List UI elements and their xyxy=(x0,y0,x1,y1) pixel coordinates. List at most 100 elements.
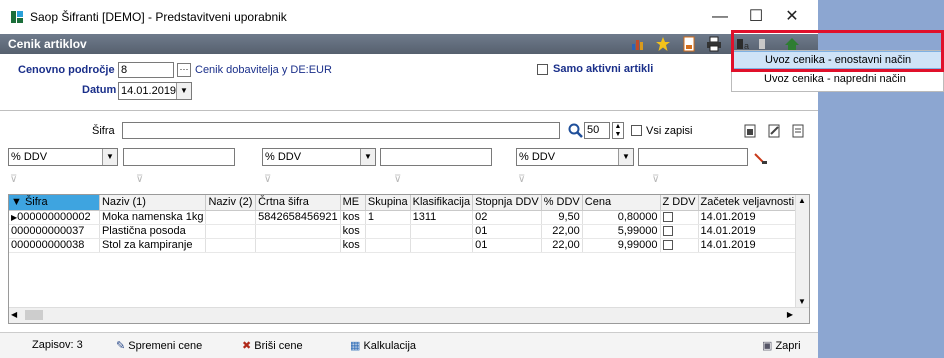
vat-filter-input-2[interactable] xyxy=(380,148,492,166)
all-records-checkbox[interactable] xyxy=(631,125,642,136)
table-cell[interactable] xyxy=(410,224,474,239)
with-vat-checkbox[interactable] xyxy=(662,211,673,222)
table-cell[interactable]: 000000000037 xyxy=(9,224,100,239)
chevron-down-icon[interactable]: ▼ xyxy=(360,149,375,165)
record-count-input[interactable]: 50 xyxy=(584,122,610,139)
table-cell[interactable]: 1311 xyxy=(410,210,474,225)
search-icon[interactable] xyxy=(568,123,584,139)
table-cell[interactable] xyxy=(205,238,257,253)
vat-filter-input-3[interactable] xyxy=(638,148,748,166)
vat-filter-select-2[interactable]: % DDV ▼ xyxy=(262,148,376,166)
column-header-classification[interactable]: Klasifikacija xyxy=(410,195,474,211)
scroll-down-icon[interactable]: ▼ xyxy=(798,297,806,306)
table-row[interactable]: 000000000037 Plastična posoda kos 01 22,00 5,… xyxy=(9,224,809,239)
table-cell[interactable]: 01 xyxy=(472,238,542,253)
vat-filter-select-1[interactable]: % DDV ▼ xyxy=(8,148,118,166)
with-vat-checkbox[interactable] xyxy=(662,225,673,236)
table-cell[interactable]: ▶000000000002 xyxy=(9,210,100,225)
table-cell[interactable] xyxy=(255,224,341,239)
price-area-lookup-button[interactable]: ··· xyxy=(177,63,191,77)
column-header-vat-percent[interactable]: % DDV xyxy=(541,195,583,211)
column-header-naziv-1[interactable]: Naziv (1) xyxy=(99,195,207,211)
table-cell[interactable]: 1 xyxy=(365,210,411,225)
table-cell[interactable] xyxy=(660,210,699,225)
table-cell[interactable] xyxy=(410,238,474,253)
table-cell[interactable] xyxy=(660,224,699,239)
change-prices-button[interactable]: ✎ Spremeni cene xyxy=(116,339,202,352)
chevron-down-icon[interactable]: ▼ xyxy=(618,149,633,165)
scroll-left-icon[interactable]: ◀ xyxy=(11,310,17,319)
chevron-down-icon[interactable]: ▼ xyxy=(102,149,117,165)
table-cell[interactable]: 14.01.2019 xyxy=(698,224,798,239)
edit-list-icon[interactable] xyxy=(790,123,806,139)
table-cell[interactable]: 01 xyxy=(472,224,542,239)
minimize-button[interactable]: — xyxy=(706,6,734,28)
chevron-down-icon[interactable]: ▼ xyxy=(176,83,191,99)
with-vat-checkbox[interactable] xyxy=(662,239,673,250)
table-row[interactable]: 000000000038 Stol za kampiranje kos 01 22,00… xyxy=(9,238,809,253)
table-cell[interactable] xyxy=(205,224,257,239)
column-header-naziv-2[interactable]: Naziv (2) xyxy=(205,195,257,211)
active-only-checkbox[interactable] xyxy=(537,64,548,75)
document-icon[interactable] xyxy=(681,36,697,52)
funnel-icon[interactable]: ⊽ xyxy=(652,174,664,186)
column-header-barcode[interactable]: Črtna šifra xyxy=(255,195,341,211)
funnel-icon[interactable]: ⊽ xyxy=(264,174,276,186)
table-cell[interactable] xyxy=(255,238,341,253)
table-row[interactable]: ▶000000000002 Moka namenska 1kg 5842658456… xyxy=(9,210,809,225)
scroll-up-icon[interactable]: ▲ xyxy=(798,196,806,205)
table-cell[interactable] xyxy=(660,238,699,253)
printer-icon[interactable] xyxy=(706,36,722,52)
table-cell[interactable]: 000000000038 xyxy=(9,238,100,253)
clear-filter-icon[interactable] xyxy=(752,150,768,166)
search-input[interactable] xyxy=(122,122,560,139)
vat-filter-select-3[interactable]: % DDV ▼ xyxy=(516,148,634,166)
column-header-vat-rate[interactable]: Stopnja DDV xyxy=(472,195,542,211)
table-cell[interactable]: 22,00 xyxy=(541,224,583,239)
close-window-button[interactable]: ▣ Zapri xyxy=(762,339,801,352)
column-header-with-vat[interactable]: Z DDV xyxy=(660,195,699,211)
table-cell[interactable]: 22,00 xyxy=(541,238,583,253)
table-cell[interactable] xyxy=(365,238,411,253)
column-header-unit[interactable]: ME xyxy=(340,195,366,211)
count-spinner[interactable]: ▲ ▼ xyxy=(612,122,624,139)
column-header-sifra[interactable]: ▼ Šifra xyxy=(9,195,100,211)
horizontal-scrollbar[interactable]: ◀ ▶ xyxy=(9,307,809,323)
close-button[interactable]: ✕ xyxy=(778,6,806,28)
funnel-icon[interactable]: ⊽ xyxy=(136,174,148,186)
table-cell[interactable]: kos xyxy=(340,210,366,225)
vertical-scrollbar[interactable]: ▲ ▼ xyxy=(795,195,809,307)
table-cell[interactable]: Stol za kampiranje xyxy=(99,238,207,253)
table-cell[interactable]: 9,99000 xyxy=(582,238,661,253)
funnel-icon[interactable]: ⊽ xyxy=(394,174,406,186)
scroll-right-icon[interactable]: ▶ xyxy=(787,310,793,319)
table-cell[interactable]: Plastična posoda xyxy=(99,224,207,239)
scroll-thumb[interactable] xyxy=(25,310,43,320)
star-icon[interactable] xyxy=(655,36,671,52)
column-header-price[interactable]: Cena xyxy=(582,195,661,211)
maximize-button[interactable]: ☐ xyxy=(742,6,770,28)
table-cell[interactable] xyxy=(205,210,257,225)
funnel-icon[interactable]: ⊽ xyxy=(10,174,22,186)
table-cell[interactable]: 9,50 xyxy=(541,210,583,225)
menu-item-import-advanced[interactable]: Uvoz cenika - napredni način xyxy=(732,71,943,89)
table-cell[interactable]: 5842658456921 xyxy=(255,210,341,225)
calculation-button[interactable]: ▦ Kalkulacija xyxy=(350,339,416,352)
table-cell[interactable]: kos xyxy=(340,238,366,253)
table-cell[interactable]: 14.01.2019 xyxy=(698,210,798,225)
date-picker[interactable]: 14.01.2019 ▼ xyxy=(118,82,192,100)
table-cell[interactable]: 5,99000 xyxy=(582,224,661,239)
column-header-group[interactable]: Skupina xyxy=(365,195,411,211)
table-cell[interactable]: Moka namenska 1kg xyxy=(99,210,207,225)
new-document-icon[interactable] xyxy=(742,123,758,139)
delete-prices-button[interactable]: ✖ Briši cene xyxy=(242,339,303,352)
table-cell[interactable]: 0,80000 xyxy=(582,210,661,225)
edit-icon[interactable] xyxy=(766,123,782,139)
table-cell[interactable]: kos xyxy=(340,224,366,239)
table-cell[interactable] xyxy=(365,224,411,239)
price-area-input[interactable]: 8 xyxy=(118,62,174,78)
vat-filter-input-1[interactable] xyxy=(123,148,235,166)
funnel-icon[interactable]: ⊽ xyxy=(518,174,530,186)
table-cell[interactable]: 02 xyxy=(472,210,542,225)
column-header-valid-from[interactable]: Začetek veljavnosti xyxy=(698,195,798,211)
